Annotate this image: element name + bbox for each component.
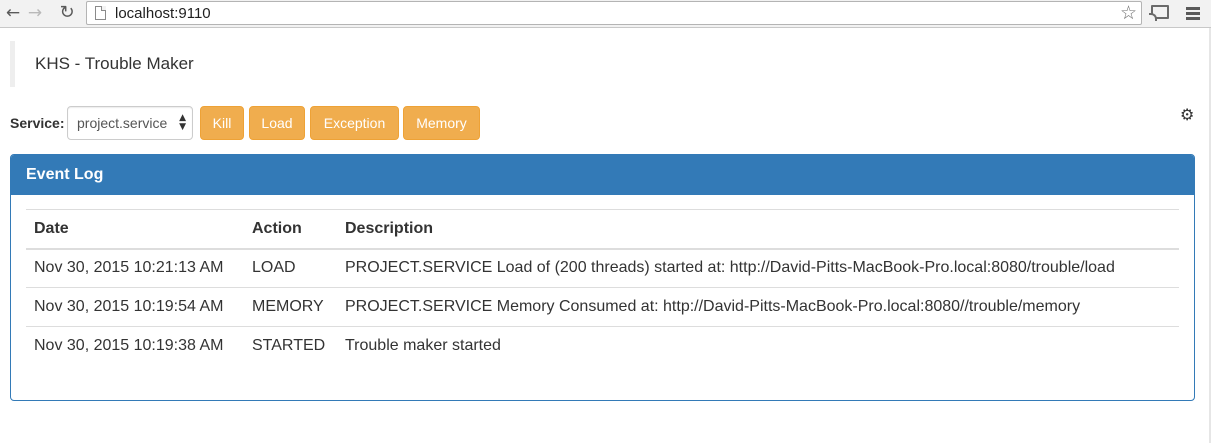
back-arrow-icon[interactable]: ← xyxy=(2,2,24,24)
browser-menu-icon[interactable] xyxy=(1186,7,1200,20)
event-log-table: Date Action Description Nov 30, 2015 10:… xyxy=(26,209,1179,366)
row-description: Trouble maker started xyxy=(337,326,1179,366)
page-icon xyxy=(95,6,106,20)
kill-button[interactable]: Kill xyxy=(200,106,244,140)
table-row: Nov 30, 2015 10:19:38 AM STARTED Trouble… xyxy=(26,326,1179,366)
load-button[interactable]: Load xyxy=(249,106,305,140)
service-select-value: project.service xyxy=(77,115,168,131)
url-text[interactable]: localhost:9110 xyxy=(115,5,211,22)
row-description: PROJECT.SERVICE Load of (200 threads) st… xyxy=(345,259,1115,277)
event-log-heading: Event Log xyxy=(11,155,1194,195)
address-bar[interactable]: localhost:9110 ☆ xyxy=(86,1,1142,25)
table-header-row: Date Action Description xyxy=(26,209,1179,250)
event-log-panel: Event Log Date Action Description Nov 30… xyxy=(10,154,1195,401)
event-log-body: Date Action Description Nov 30, 2015 10:… xyxy=(11,195,1194,381)
row-action: MEMORY xyxy=(244,287,337,327)
row-date: Nov 30, 2015 10:21:13 AM xyxy=(34,259,224,277)
table-row: Nov 30, 2015 10:19:54 AM MEMORY PROJECT.… xyxy=(26,287,1179,327)
browser-toolbar: ← → ↻ localhost:9110 ☆ xyxy=(0,0,1211,28)
service-select[interactable]: project.service ▲ ▼ xyxy=(67,106,193,140)
gear-icon[interactable]: ⚙ xyxy=(1180,106,1194,124)
row-date: Nov 30, 2015 10:19:54 AM xyxy=(26,287,244,327)
memory-button[interactable]: Memory xyxy=(403,106,480,140)
row-action: STARTED xyxy=(244,326,337,366)
bookmark-star-icon[interactable]: ☆ xyxy=(1120,2,1137,24)
exception-button[interactable]: Exception xyxy=(310,106,399,140)
page-header: KHS - Trouble Maker xyxy=(10,41,230,87)
select-arrows-icon: ▲ ▼ xyxy=(179,113,186,132)
row-date: Nov 30, 2015 10:19:38 AM xyxy=(26,326,244,366)
table-row: Nov 30, 2015 10:21:13 AM LOAD PROJECT.SE… xyxy=(26,249,1179,288)
service-label: Service: xyxy=(10,115,65,131)
column-header-description: Description xyxy=(337,209,1179,250)
page-title: KHS - Trouble Maker xyxy=(35,54,194,73)
reload-icon[interactable]: ↻ xyxy=(56,2,78,24)
forward-arrow-icon[interactable]: → xyxy=(24,2,46,24)
row-description: PROJECT.SERVICE Memory Consumed at: http… xyxy=(337,287,1179,327)
column-header-action: Action xyxy=(244,209,337,250)
cast-icon[interactable] xyxy=(1149,5,1169,21)
row-action: LOAD xyxy=(252,259,296,277)
column-header-date: Date xyxy=(26,209,244,250)
